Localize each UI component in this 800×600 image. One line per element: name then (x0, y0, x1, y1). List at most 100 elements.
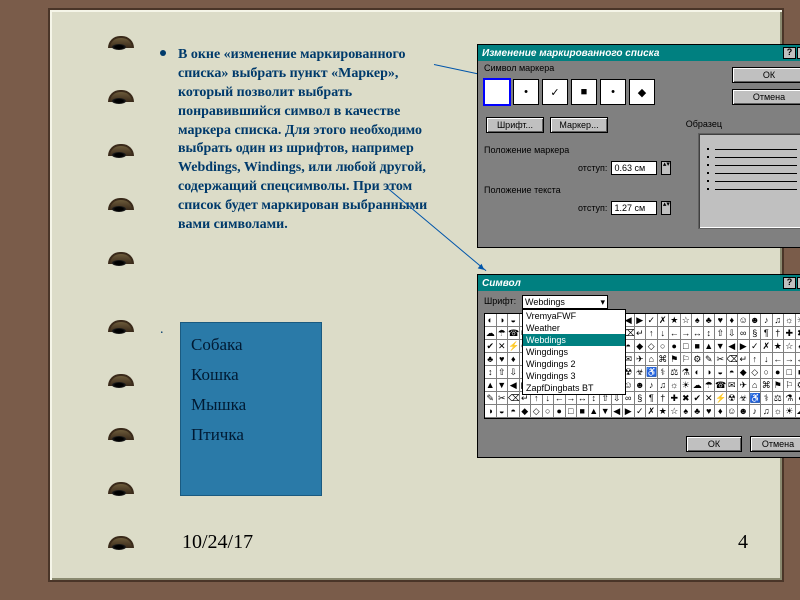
char-cell[interactable]: ⇧ (715, 327, 727, 340)
char-cell[interactable]: ⚕ (761, 392, 773, 405)
char-cell[interactable]: ♿ (750, 392, 762, 405)
char-cell[interactable]: ○ (543, 405, 555, 418)
text-indent-field[interactable]: 1.27 см (611, 201, 657, 215)
char-cell[interactable]: ⌫ (508, 392, 520, 405)
marker-option[interactable]: • (600, 79, 626, 105)
char-cell[interactable]: ✖ (796, 327, 800, 340)
char-cell[interactable]: ☁ (692, 379, 704, 392)
char-cell[interactable]: ● (773, 366, 785, 379)
char-cell[interactable]: ← (669, 327, 681, 340)
char-cell[interactable]: ⇩ (508, 366, 520, 379)
char-cell[interactable]: ◀ (508, 379, 520, 392)
char-cell[interactable]: ✗ (658, 314, 670, 327)
char-cell[interactable]: ✂ (497, 392, 509, 405)
char-cell[interactable]: ✚ (669, 392, 681, 405)
char-cell[interactable]: ☂ (497, 327, 509, 340)
char-cell[interactable]: § (635, 392, 647, 405)
char-cell[interactable]: ⚐ (784, 379, 796, 392)
char-cell[interactable]: ☢ (727, 392, 739, 405)
char-cell[interactable]: ■ (796, 366, 800, 379)
char-cell[interactable]: → (681, 327, 693, 340)
char-cell[interactable]: † (773, 327, 785, 340)
char-cell[interactable]: □ (566, 405, 578, 418)
cancel-button[interactable]: Отмена (732, 89, 800, 105)
char-cell[interactable]: ▲ (589, 405, 601, 418)
char-cell[interactable]: → (784, 353, 796, 366)
char-cell[interactable]: ○ (761, 366, 773, 379)
char-cell[interactable]: ↕ (485, 366, 497, 379)
char-cell[interactable]: ★ (773, 340, 785, 353)
char-cell[interactable]: ☺ (727, 405, 739, 418)
char-cell[interactable]: ◇ (531, 405, 543, 418)
spinner-icon[interactable]: ▴▾ (661, 201, 671, 215)
char-cell[interactable]: ☁ (796, 405, 800, 418)
char-cell[interactable]: ☻ (738, 405, 750, 418)
char-cell[interactable]: ♪ (750, 405, 762, 418)
char-cell[interactable]: ✎ (485, 392, 497, 405)
char-cell[interactable]: ↓ (761, 353, 773, 366)
char-cell[interactable]: ▼ (600, 405, 612, 418)
char-cell[interactable]: ♫ (658, 379, 670, 392)
char-cell[interactable]: ↵ (635, 327, 647, 340)
char-cell[interactable]: ☻ (635, 379, 647, 392)
help-icon[interactable]: ? (783, 277, 796, 289)
char-cell[interactable]: ⌂ (750, 379, 762, 392)
char-cell[interactable]: ⌘ (761, 379, 773, 392)
char-cell[interactable]: ✔ (692, 392, 704, 405)
char-cell[interactable]: ♠ (796, 340, 800, 353)
char-cell[interactable]: ✂ (715, 353, 727, 366)
char-cell[interactable]: ⌂ (646, 353, 658, 366)
char-cell[interactable]: ¶ (646, 392, 658, 405)
char-cell[interactable]: ✔ (485, 340, 497, 353)
char-cell[interactable]: ○ (658, 340, 670, 353)
char-cell[interactable]: ¶ (761, 327, 773, 340)
char-cell[interactable]: ★ (669, 314, 681, 327)
char-cell[interactable]: ■ (577, 405, 589, 418)
char-cell[interactable]: ☼ (773, 405, 785, 418)
char-cell[interactable]: ◒ (497, 405, 509, 418)
char-cell[interactable]: ☆ (784, 340, 796, 353)
font-option[interactable]: Wingdings (523, 346, 625, 358)
char-cell[interactable]: ⚡ (715, 392, 727, 405)
char-cell[interactable]: ✕ (704, 392, 716, 405)
char-cell[interactable]: ◆ (520, 405, 532, 418)
char-cell[interactable]: ↔ (692, 327, 704, 340)
char-cell[interactable]: □ (681, 340, 693, 353)
char-cell[interactable]: ◇ (646, 340, 658, 353)
char-cell[interactable]: ☻ (750, 314, 762, 327)
char-cell[interactable]: ∞ (738, 327, 750, 340)
char-cell[interactable]: ◑ (497, 314, 509, 327)
char-cell[interactable]: ☼ (669, 379, 681, 392)
font-combobox[interactable]: Webdings ▾ (522, 295, 608, 309)
char-cell[interactable]: ☆ (681, 314, 693, 327)
char-cell[interactable]: ◑ (704, 366, 716, 379)
char-cell[interactable]: ✎ (704, 353, 716, 366)
font-option[interactable]: Weather (523, 322, 625, 334)
char-cell[interactable]: ♿ (646, 366, 658, 379)
char-cell[interactable]: ◇ (750, 366, 762, 379)
font-button[interactable]: Шрифт... (486, 117, 544, 133)
char-cell[interactable]: ◒ (508, 314, 520, 327)
char-cell[interactable]: ♦ (508, 353, 520, 366)
marker-option[interactable] (484, 79, 510, 105)
char-cell[interactable]: § (750, 327, 762, 340)
char-cell[interactable]: ✚ (784, 327, 796, 340)
font-option[interactable]: VremyaFWF (523, 310, 625, 322)
char-cell[interactable]: ⌘ (658, 353, 670, 366)
char-cell[interactable]: ☁ (485, 327, 497, 340)
char-cell[interactable]: ☣ (738, 392, 750, 405)
char-cell[interactable]: ▶ (623, 405, 635, 418)
help-icon[interactable]: ? (783, 47, 796, 59)
char-cell[interactable]: ✓ (635, 405, 647, 418)
char-cell[interactable]: □ (784, 366, 796, 379)
char-cell[interactable]: ⇧ (497, 366, 509, 379)
marker-option[interactable]: ◆ (629, 79, 655, 105)
marker-indent-field[interactable]: 0.63 см (611, 161, 657, 175)
char-cell[interactable]: ▼ (715, 340, 727, 353)
char-cell[interactable]: ⚗ (681, 366, 693, 379)
char-cell[interactable]: ✓ (646, 314, 658, 327)
marker-button[interactable]: Маркер... (550, 117, 608, 133)
char-cell[interactable]: ⚙ (796, 379, 800, 392)
char-cell[interactable]: ✕ (497, 340, 509, 353)
char-cell[interactable]: ♥ (497, 353, 509, 366)
